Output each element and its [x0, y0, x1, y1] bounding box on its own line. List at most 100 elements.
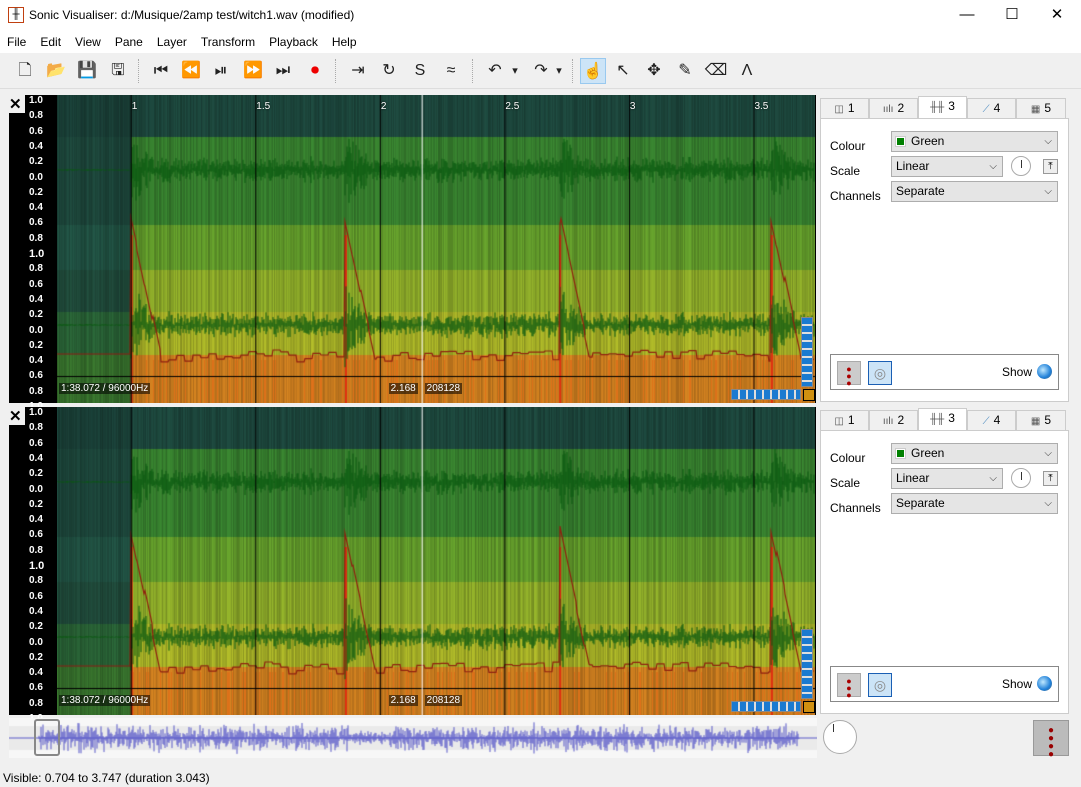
colour-dropdown[interactable]: Green ⌵ [891, 443, 1058, 464]
rewind-start-button[interactable]: ⏮ [148, 58, 174, 84]
menu-edit[interactable]: Edit [33, 31, 68, 49]
horizontal-zoom-slider[interactable] [731, 701, 801, 712]
tab-layer-3[interactable]: ╫╫ 3 [918, 408, 967, 431]
scale-label: 0.6 [29, 217, 43, 229]
speed-button[interactable]: ≈ [438, 58, 464, 84]
redo-button[interactable]: ↷ [528, 58, 554, 84]
property-label: Scale [830, 164, 861, 178]
channels-dropdown[interactable]: Separate ⌵ [891, 181, 1058, 202]
colour-swatch [895, 448, 906, 459]
gain-knob[interactable] [1011, 156, 1031, 176]
solo-button[interactable]: S [407, 58, 433, 84]
channels-dropdown[interactable]: Separate ⌵ [891, 493, 1058, 514]
scale-label: 0.8 [29, 575, 43, 587]
menu-pane[interactable]: Pane [108, 31, 150, 49]
show-toggle[interactable] [1037, 364, 1052, 379]
save-button[interactable]: 💾 [74, 58, 100, 84]
close-window-button[interactable]: ✕ [1037, 4, 1077, 26]
save-as-button[interactable]: 🖫 [105, 58, 131, 84]
move-tool-button[interactable]: ✥ [641, 58, 667, 84]
scale-label: 0.6 [29, 278, 43, 290]
close-pane-icon[interactable]: ✕ [9, 95, 25, 113]
tab-layer-5[interactable]: ▦ 5 [1016, 98, 1066, 118]
menu-help[interactable]: Help [325, 31, 364, 49]
new-button[interactable]: 🗋 [12, 58, 38, 84]
tab-layer-1[interactable]: ◫ 1 [820, 410, 869, 430]
open-button[interactable]: 📂 [43, 58, 69, 84]
horizontal-zoom-slider[interactable] [731, 389, 801, 400]
properties-body: Colour Scale Channels Green ⌵ Linear ⌵ ⤒ Separat… [820, 118, 1069, 402]
scale-label: 0.2 [29, 186, 43, 198]
overview-waveform[interactable] [9, 718, 817, 758]
normalize-button[interactable]: ⤒ [1043, 471, 1058, 486]
scale-label: 0.4 [29, 355, 43, 367]
tab-layer-3[interactable]: ╫╫ 3 [918, 96, 967, 119]
play-selection-button[interactable]: ⇥ [345, 58, 371, 84]
pane-1[interactable]: ✕ 1.0 0.8 0.6 0.4 0.2 0.0 0.2 0.4 0.6 0.8 1.0 0.8 0.6… [9, 95, 816, 412]
loop-button[interactable]: ↻ [376, 58, 402, 84]
maximize-button[interactable]: ☐ [992, 4, 1032, 26]
playback-settings-button[interactable]: ◎ [868, 361, 892, 385]
navigate-tool-button[interactable]: ☝ [580, 58, 606, 84]
tab-layer-4[interactable]: ⟋ 4 [967, 98, 1016, 118]
property-label: Channels [830, 501, 881, 515]
scale-label: 0.6 [29, 125, 43, 137]
undo-button[interactable]: ↶ [482, 58, 508, 84]
undo-menu-button[interactable]: ▾ [508, 58, 522, 84]
zoom-knob[interactable] [823, 720, 857, 754]
tab-layer-2[interactable]: ıılı 2 [869, 98, 918, 118]
play-meter-button[interactable]: ● ● ● [837, 673, 861, 700]
minimize-button[interactable]: — [947, 4, 987, 26]
play-meter-button[interactable]: ● ● ● [837, 361, 861, 388]
record-button[interactable]: ⏺ [302, 58, 328, 84]
tab-layer-5[interactable]: ▦ 5 [1016, 410, 1066, 430]
overview-viewport-handle[interactable] [34, 719, 60, 756]
zoom-reset-button[interactable] [803, 701, 815, 713]
tab-layer-4[interactable]: ⟋ 4 [967, 410, 1016, 430]
scale-label: 0.4 [29, 452, 43, 464]
waveform-icon: ╫╫ [930, 102, 945, 113]
scale-dropdown[interactable]: Linear ⌵ [891, 468, 1003, 489]
menu-layer[interactable]: Layer [150, 31, 194, 49]
fast-forward-end-button[interactable]: ⏭ [270, 58, 296, 84]
gain-knob[interactable] [1011, 468, 1031, 488]
menu-transform[interactable]: Transform [194, 31, 262, 49]
select-tool-button[interactable]: ↖ [610, 58, 636, 84]
move-tool-icon: ✥ [647, 62, 661, 79]
scale-label: 0.0 [29, 324, 43, 336]
normalize-button[interactable]: ⤒ [1043, 159, 1058, 174]
playback-settings-button[interactable]: ◎ [868, 673, 892, 697]
rewind-button[interactable]: ⏪ [178, 58, 204, 84]
tab-layer-1[interactable]: ◫ 1 [820, 98, 869, 118]
scale-label: 1.0 [29, 248, 45, 260]
property-label: Scale [830, 476, 861, 490]
tab-number: 3 [948, 99, 955, 113]
scale-dropdown[interactable]: Linear ⌵ [891, 156, 1003, 177]
fast-forward-button[interactable]: ⏩ [240, 58, 266, 84]
vertical-zoom-slider[interactable] [801, 629, 813, 699]
scale-label: 0.4 [29, 202, 43, 214]
close-pane-icon[interactable]: ✕ [9, 407, 25, 425]
tab-layer-2[interactable]: ıılı 2 [869, 410, 918, 430]
toolbar: 🗋 📂 💾 🖫 ⏮ ⏪ ⏯ ⏩ ⏭ ⏺ ⇥ ↻ S ≈ ↶ ▾ ↷ ▾ ☝ ↖ ✥ ✎ ⌫ Λ [0, 53, 1081, 89]
spectrogram-waveform-view[interactable] [57, 95, 815, 403]
tab-number: 1 [847, 413, 855, 427]
redo-menu-button[interactable]: ▾ [552, 58, 566, 84]
level-meter-icon[interactable]: ● ● ● ● [1033, 720, 1069, 760]
spectrogram-waveform-view[interactable] [57, 407, 815, 715]
vertical-zoom-slider[interactable] [801, 317, 813, 387]
show-toggle[interactable] [1037, 676, 1052, 691]
play-pause-button[interactable]: ⏯ [208, 58, 234, 84]
pane-2[interactable]: ✕ 1.0 0.8 0.6 0.4 0.2 0.0 0.2 0.4 0.6 0.8 1.0 0.8 0.6… [9, 407, 816, 724]
colour-value: Green [911, 134, 945, 148]
tab-number: 3 [948, 411, 955, 425]
scale-label: 0.8 [29, 422, 43, 434]
menu-file[interactable]: File [0, 31, 33, 49]
colour-dropdown[interactable]: Green ⌵ [891, 131, 1058, 152]
draw-tool-button[interactable]: ✎ [672, 58, 698, 84]
menu-playback[interactable]: Playback [262, 31, 325, 49]
zoom-reset-button[interactable] [803, 389, 815, 401]
menu-view[interactable]: View [68, 31, 108, 49]
erase-tool-button[interactable]: ⌫ [703, 58, 729, 84]
measure-tool-button[interactable]: Λ [734, 58, 760, 84]
